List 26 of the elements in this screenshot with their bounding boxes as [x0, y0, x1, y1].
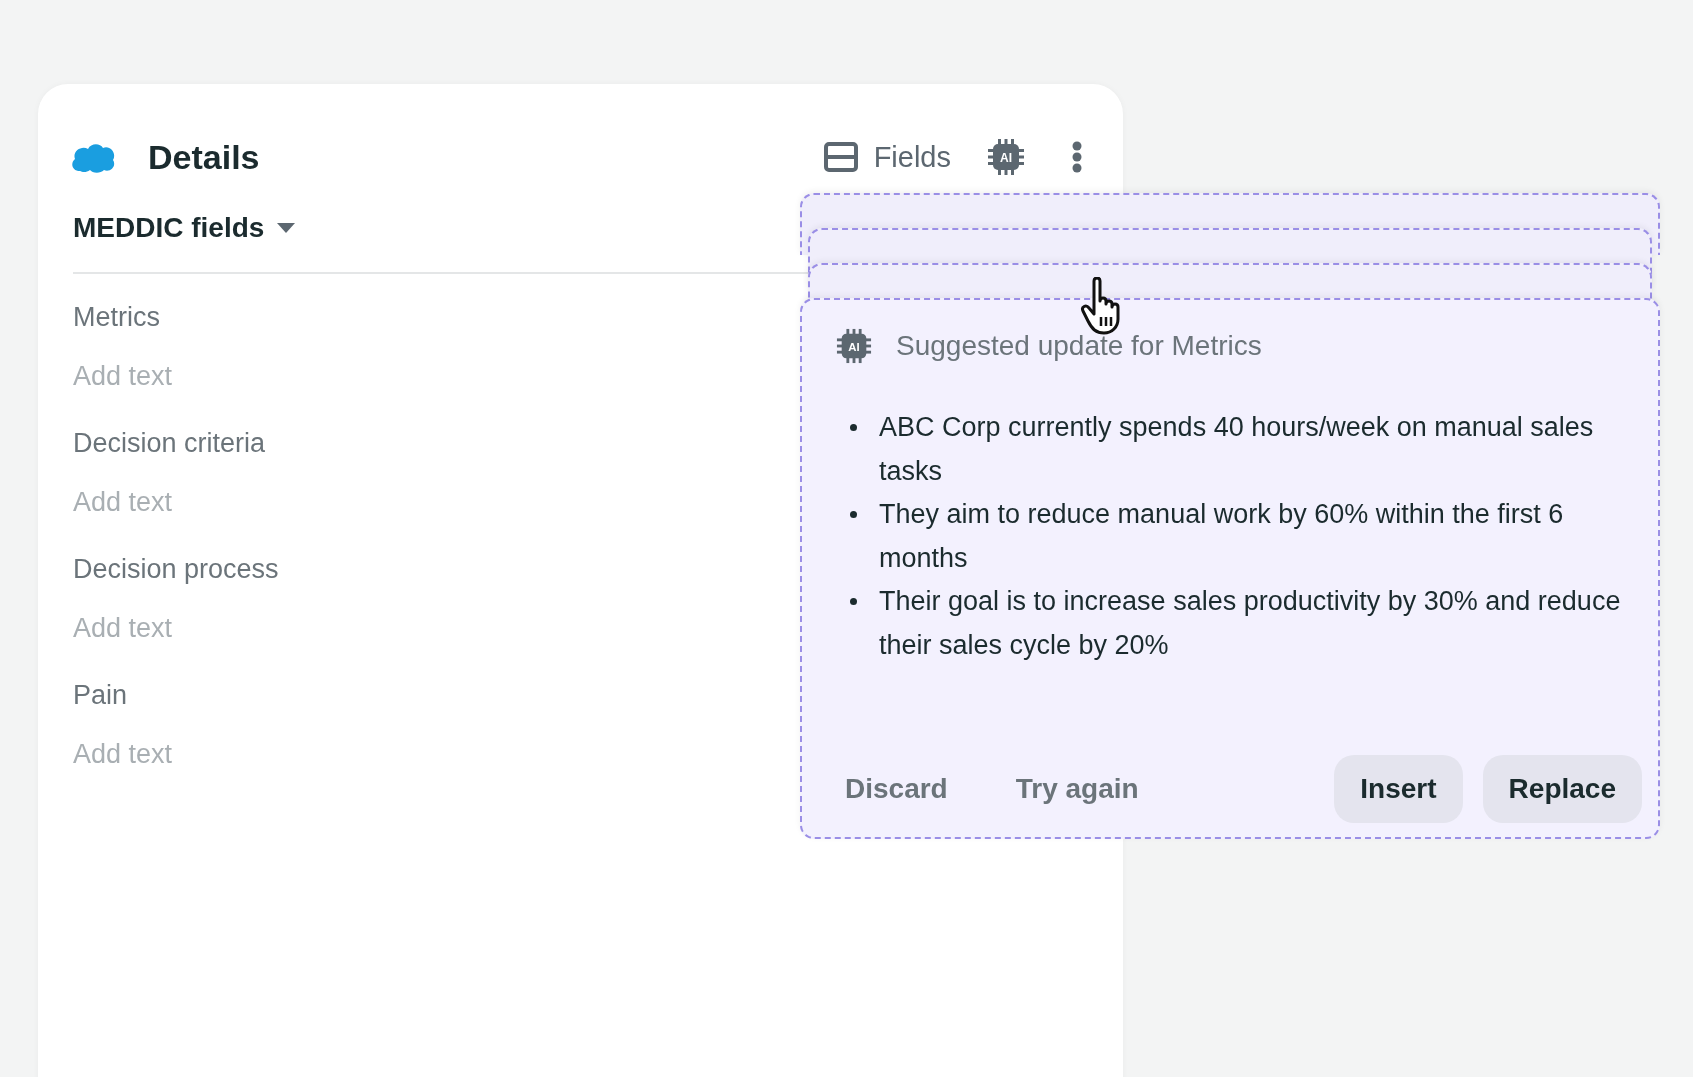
suggestion-text: Their goal is to increase sales productivity by 30% and reduce their sales cycle by 20%	[879, 585, 1622, 662]
layout-icon	[823, 142, 858, 172]
suggestion-text: ABC Corp currently spends 40 hours/week on manual sales tasks	[879, 411, 1595, 488]
text-input-field[interactable]: Add text	[73, 487, 373, 518]
bullet-icon	[850, 424, 857, 431]
field-label: Pain	[73, 680, 128, 711]
field-label: Decision criteria	[73, 428, 266, 459]
action-button[interactable]: Insert	[1334, 755, 1463, 823]
bullet-icon	[850, 511, 857, 518]
caret-icon	[276, 222, 297, 234]
bullet-icon	[850, 598, 857, 605]
field-label: Decision process	[73, 554, 279, 585]
text-input-field[interactable]: Add text	[73, 361, 373, 392]
fields-button[interactable]: Fields	[823, 140, 951, 174]
text-button[interactable]: Try again	[1015, 773, 1139, 805]
text-button[interactable]: Discard	[845, 773, 948, 805]
cloud-logo-icon	[70, 141, 116, 173]
text-input-field[interactable]: Add text	[73, 739, 373, 770]
section-dropdown[interactable]: MEDDIC fields	[73, 212, 297, 244]
suggestion-text: They aim to reduce manual work by 60% within the first 6 months	[879, 498, 1565, 575]
panel-title: Details	[148, 137, 260, 177]
suggestion-title: Suggested update for Metrics	[896, 330, 1262, 362]
more-menu-icon[interactable]	[1071, 141, 1083, 173]
text-input-field[interactable]: Add text	[73, 613, 373, 644]
field-label: Metrics	[73, 302, 160, 333]
action-button[interactable]: Replace	[1482, 755, 1642, 823]
